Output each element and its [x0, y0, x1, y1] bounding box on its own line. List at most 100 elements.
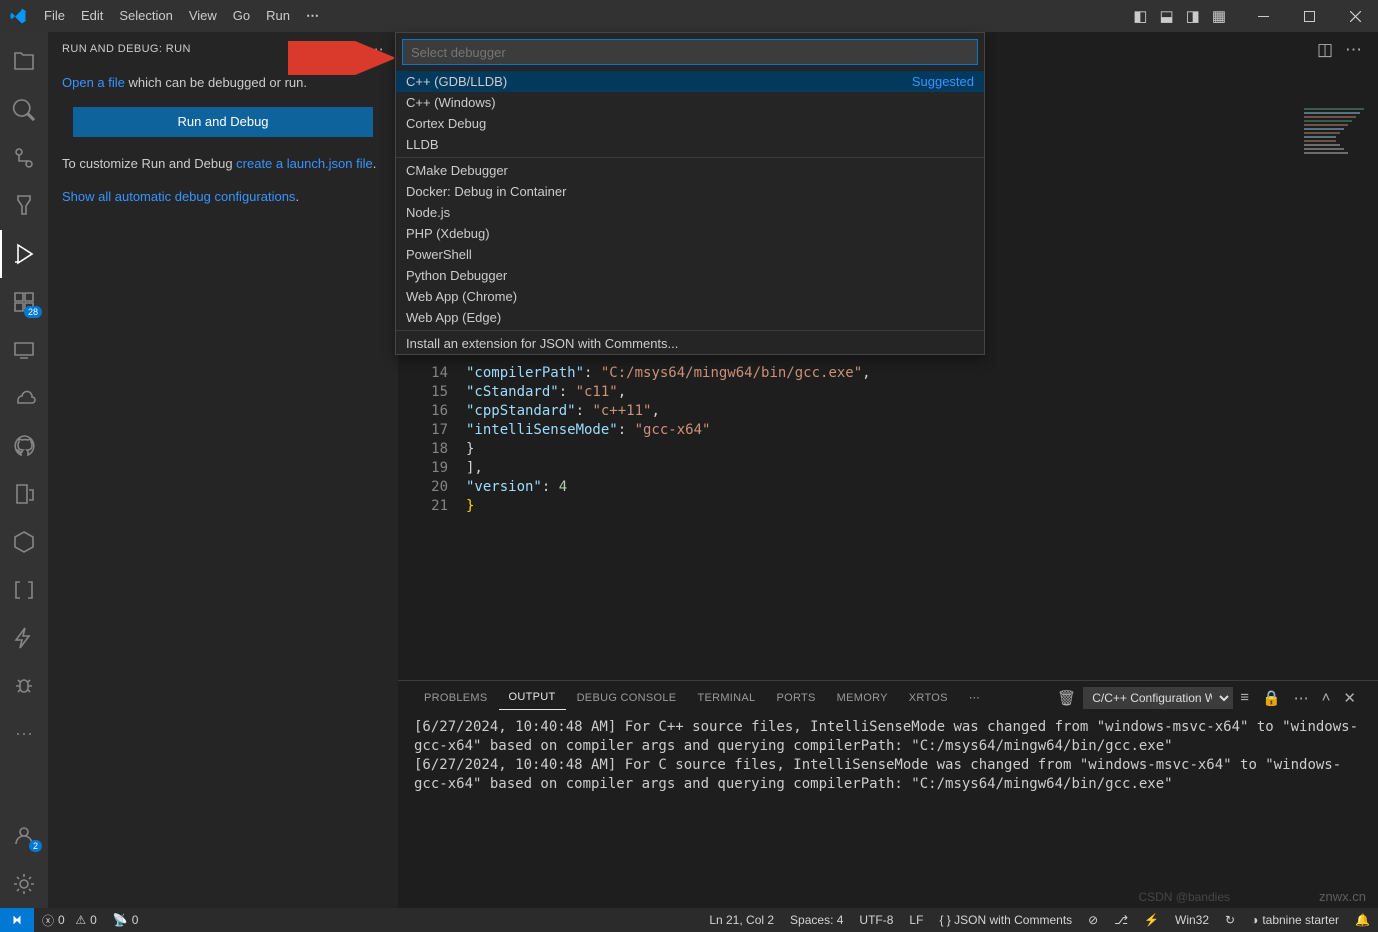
menu-selection[interactable]: Selection	[111, 0, 180, 32]
panel-tab-problems[interactable]: PROBLEMS	[414, 686, 498, 710]
quick-pick-list: C++ (GDB/LLDB)SuggestedC++ (Windows)Cort…	[396, 71, 984, 354]
code-line[interactable]: 21}	[412, 497, 1378, 516]
debugger-option[interactable]: C++ (GDB/LLDB)Suggested	[396, 71, 984, 92]
create-launch-link[interactable]: create a launch.json file	[236, 156, 373, 171]
code-line[interactable]: 20 "version": 4	[412, 478, 1378, 497]
panel-tab-terminal[interactable]: TERMINAL	[687, 686, 765, 710]
indentation-status[interactable]: Spaces: 4	[782, 908, 851, 932]
accounts-icon[interactable]: 2	[0, 812, 48, 860]
debugger-option[interactable]: PowerShell	[396, 244, 984, 265]
prettier-icon[interactable]: ⚡	[1136, 908, 1167, 932]
debugger-option[interactable]: PHP (Xdebug)	[396, 223, 984, 244]
menu-view[interactable]: View	[181, 0, 225, 32]
split-editor-icon[interactable]: ◫	[1311, 36, 1339, 64]
debugger-option[interactable]: Node.js	[396, 202, 984, 223]
debugger-option[interactable]: Docker: Debug in Container	[396, 181, 984, 202]
layout-controls: ◧⬓◨▦	[1127, 1, 1232, 31]
panel-tabs: PROBLEMSOUTPUTDEBUG CONSOLETERMINALPORTS…	[398, 681, 1378, 714]
eol-status[interactable]: LF	[901, 908, 931, 932]
feedback-icon[interactable]: ⊘	[1080, 908, 1106, 932]
panel-chevron-up-icon[interactable]: ˄	[1316, 686, 1337, 709]
watermark: znwx.cn	[1319, 889, 1366, 904]
maximize-button[interactable]	[1286, 0, 1332, 32]
overflow-icon[interactable]	[0, 710, 48, 758]
platform-status[interactable]: Win32	[1167, 908, 1217, 932]
install-extension-option[interactable]: Install an extension for JSON with Comme…	[396, 333, 984, 354]
panel-bottom-icon[interactable]: ⬓	[1153, 1, 1179, 31]
language-mode[interactable]: { } JSON with Comments	[931, 908, 1080, 932]
show-all-link[interactable]: Show all automatic debug configurations	[62, 189, 295, 204]
cursor-position[interactable]: Ln 21, Col 2	[701, 908, 782, 932]
vscode-logo-icon	[0, 0, 36, 32]
device-icon[interactable]	[0, 470, 48, 518]
search-icon[interactable]	[0, 86, 48, 134]
run-debug-icon[interactable]	[0, 230, 48, 278]
output-body[interactable]: [6/27/2024, 10:40:48 AM] For C++ source …	[398, 714, 1378, 908]
code-line[interactable]: 16 "cppStandard": "c++11",	[412, 402, 1378, 421]
clear-output-icon[interactable]: 🗑	[1051, 686, 1082, 710]
bug-icon[interactable]	[0, 662, 48, 710]
debugger-option[interactable]: Web App (Chrome)	[396, 286, 984, 307]
github-icon[interactable]	[0, 422, 48, 470]
git-graph-icon[interactable]: ⎇	[1106, 908, 1136, 932]
watermark-csdn: CSDN @bandies	[1138, 890, 1230, 904]
title-bar: FileEditSelectionViewGoRun ⋯ ◧⬓◨▦	[0, 0, 1378, 32]
remote-icon[interactable]	[0, 326, 48, 374]
encoding-status[interactable]: UTF-8	[851, 908, 901, 932]
brackets-icon[interactable]	[0, 566, 48, 614]
remote-indicator[interactable]	[0, 908, 34, 932]
menu-run[interactable]: Run	[258, 0, 298, 32]
panel-more-icon[interactable]: ⋯	[1288, 686, 1315, 710]
debugger-option[interactable]: Web App (Edge)	[396, 307, 984, 328]
panel-tab-debug-console[interactable]: DEBUG CONSOLE	[567, 686, 687, 710]
debugger-option[interactable]: CMake Debugger	[396, 160, 984, 181]
cloud-icon[interactable]	[0, 374, 48, 422]
panel-close-icon[interactable]: ✕	[1337, 686, 1362, 710]
code-line[interactable]: 19 ],	[412, 459, 1378, 478]
debugger-option[interactable]: Cortex Debug	[396, 113, 984, 134]
minimize-button[interactable]	[1240, 0, 1286, 32]
explorer-icon[interactable]	[0, 38, 48, 86]
panel-tab-overflow-icon[interactable]: ⋯	[959, 685, 990, 710]
panel-right-icon[interactable]: ◨	[1180, 1, 1206, 31]
errors-count[interactable]: ⓧ 0 ⚠ 0	[34, 908, 105, 932]
lock-scroll-icon[interactable]: 🔒	[1256, 686, 1287, 710]
editor-more-icon[interactable]: ⋯	[1339, 36, 1368, 64]
layout-icon[interactable]: ▦	[1206, 1, 1232, 31]
run-and-debug-button[interactable]: Run and Debug	[73, 107, 373, 137]
radio-status[interactable]: 📡 0	[105, 908, 147, 932]
debugger-option[interactable]: C++ (Windows)	[396, 92, 984, 113]
notifications-icon[interactable]: 🔔	[1347, 908, 1378, 932]
sync-icon[interactable]: ↻	[1217, 908, 1243, 932]
code-line[interactable]: 17 "intelliSenseMode": "gcc-x64"	[412, 421, 1378, 440]
settings-gear-icon[interactable]	[0, 860, 48, 908]
code-line[interactable]: 14 "compilerPath": "C:/msys64/mingw64/bi…	[412, 364, 1378, 383]
menu-file[interactable]: File	[36, 0, 73, 32]
source-control-icon[interactable]	[0, 134, 48, 182]
panel-tab-ports[interactable]: PORTS	[766, 686, 825, 710]
panel-tab-xrtos[interactable]: XRTOS	[899, 686, 958, 710]
window-controls	[1240, 0, 1378, 32]
extensions-icon[interactable]: 28	[0, 278, 48, 326]
quick-pick: C++ (GDB/LLDB)SuggestedC++ (Windows)Cort…	[395, 32, 985, 355]
thunder-icon[interactable]	[0, 614, 48, 662]
debugger-option[interactable]: LLDB	[396, 134, 984, 155]
panel-tab-memory[interactable]: MEMORY	[827, 686, 898, 710]
hex-icon[interactable]	[0, 518, 48, 566]
code-line[interactable]: 15 "cStandard": "c11",	[412, 383, 1378, 402]
output-channel-select[interactable]: C/C++ Configuration W	[1083, 687, 1233, 709]
close-button[interactable]	[1332, 0, 1378, 32]
menu-go[interactable]: Go	[225, 0, 258, 32]
debugger-option[interactable]: Python Debugger	[396, 265, 984, 286]
tabnine-status[interactable]: ◑ tabnine starter	[1243, 908, 1347, 932]
code-line[interactable]: 18 }	[412, 440, 1378, 459]
menu-edit[interactable]: Edit	[73, 0, 111, 32]
panel-left-icon[interactable]: ◧	[1127, 1, 1153, 31]
menu-overflow-icon[interactable]: ⋯	[298, 8, 327, 24]
test-icon[interactable]	[0, 182, 48, 230]
open-file-link[interactable]: Open a file	[62, 75, 125, 90]
quick-pick-input[interactable]	[402, 39, 978, 65]
panel-tab-output[interactable]: OUTPUT	[499, 685, 566, 710]
show-all-hint: Show all automatic debug configurations.	[62, 188, 384, 207]
filter-icon[interactable]: ≡	[1234, 686, 1255, 709]
